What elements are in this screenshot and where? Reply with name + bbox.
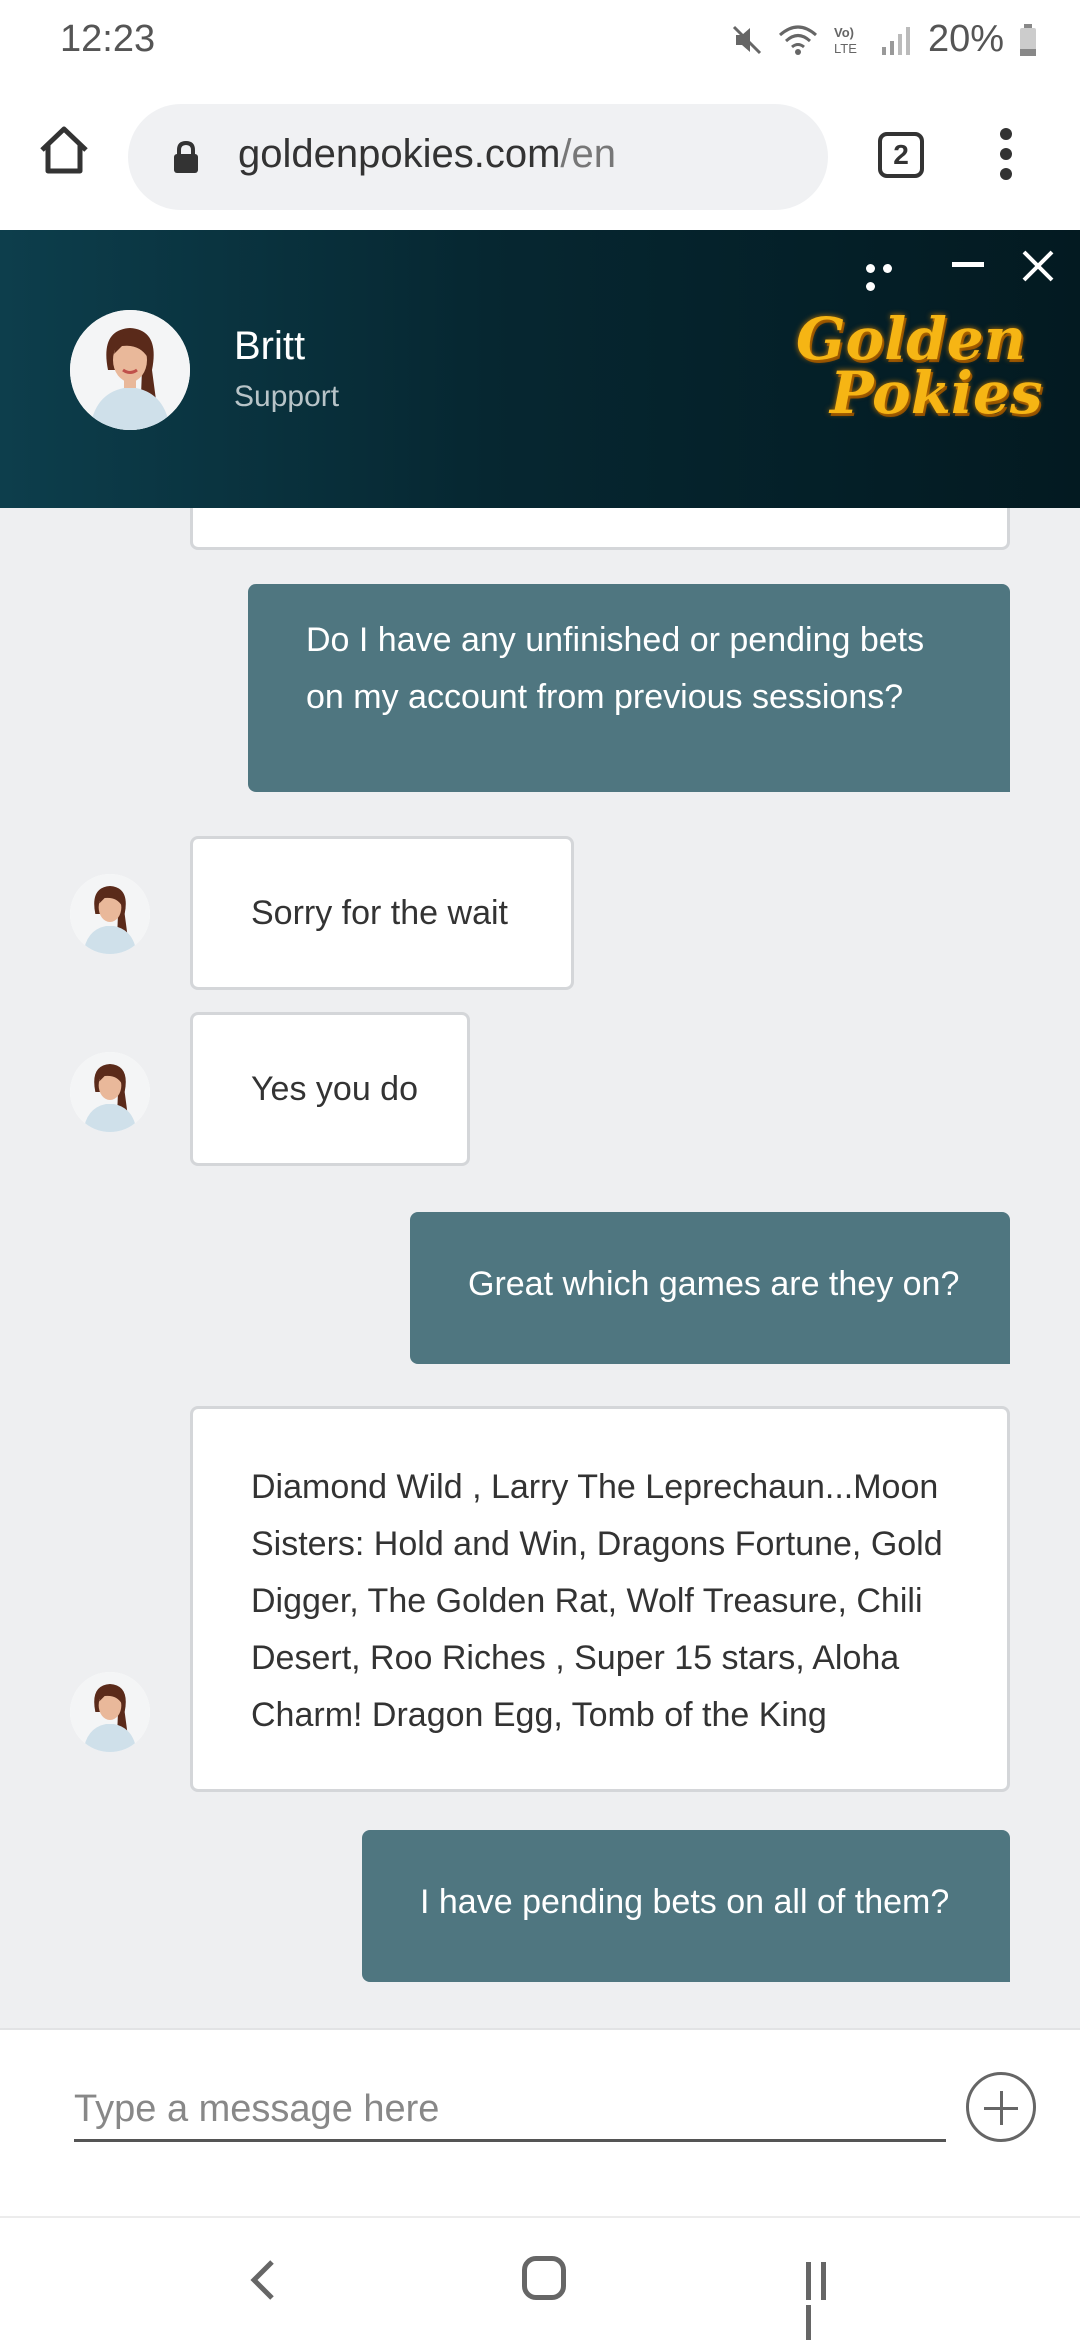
tab-switcher-button[interactable]: 2	[878, 132, 924, 178]
volte-icon: Vo) LTE	[834, 25, 857, 56]
message-text: Sorry for the wait	[251, 894, 508, 932]
previous-message-edge	[190, 508, 1010, 550]
message-text: Great which games are they on?	[468, 1265, 960, 1303]
message-text: Yes you do	[251, 1070, 418, 1108]
message-input[interactable]	[74, 2080, 946, 2142]
browser-toolbar: goldenpokies.com/en 2	[0, 84, 1080, 230]
agent-avatar	[70, 310, 190, 430]
message-text: Do I have any unfinished or pending bets…	[306, 621, 925, 716]
chat-minimize-icon[interactable]	[952, 262, 984, 267]
message-text: I have pending bets on all of them?	[420, 1883, 950, 1921]
chat-more-icon[interactable]	[866, 260, 916, 291]
status-time: 12:23	[60, 18, 156, 60]
address-bar[interactable]: goldenpokies.com/en	[128, 104, 828, 210]
chat-close-icon[interactable]	[1018, 246, 1058, 286]
url-host: goldenpokies.com	[238, 132, 561, 176]
url-path: /en	[560, 132, 617, 176]
mute-icon	[732, 25, 761, 54]
home-icon[interactable]	[38, 124, 90, 176]
url-text: goldenpokies.com/en	[238, 132, 616, 177]
more-options-icon[interactable]	[996, 128, 1016, 184]
agent-role: Support	[234, 380, 340, 413]
svg-text:LTE: LTE	[834, 41, 857, 56]
message-composer	[0, 2028, 1080, 2216]
agent-message: Diamond Wild , Larry The Leprechaun...Mo…	[190, 1406, 1010, 1792]
agent-message: Yes you do	[190, 1012, 470, 1166]
user-message: I have pending bets on all of them?	[362, 1830, 1010, 1982]
chat-header: Britt Support Golden Pokies	[0, 230, 1080, 508]
agent-name: Britt	[234, 324, 306, 368]
agent-avatar-small	[70, 1672, 150, 1752]
add-attachment-icon[interactable]	[966, 2072, 1036, 2142]
svg-text:Vo): Vo)	[834, 25, 854, 40]
system-navigation-bar	[0, 2216, 1080, 2340]
agent-message: Sorry for the wait	[190, 836, 574, 990]
signal-icon	[881, 26, 910, 55]
battery-icon	[1020, 23, 1036, 56]
agent-avatar-small	[70, 874, 150, 954]
chat-transcript[interactable]: Do I have any unfinished or pending bets…	[0, 508, 1080, 2028]
user-message: Do I have any unfinished or pending bets…	[248, 584, 1010, 792]
agent-avatar-small	[70, 1052, 150, 1132]
logo-line-2: Pokies	[830, 359, 1043, 427]
home-nav-icon[interactable]	[522, 2256, 566, 2300]
status-bar: 12:23 Vo) LTE 20%	[0, 0, 1080, 84]
status-icons: Vo) LTE 20%	[730, 18, 1038, 61]
recent-apps-icon[interactable]	[806, 2262, 846, 2340]
wifi-icon	[778, 25, 817, 55]
back-icon[interactable]	[248, 2258, 278, 2302]
user-message: Great which games are they on?	[410, 1212, 1010, 1364]
golden-pokies-logo: Golden Pokies	[790, 310, 1043, 440]
message-text: Diamond Wild , Larry The Leprechaun...Mo…	[251, 1468, 943, 1734]
battery-percent: 20%	[927, 18, 1004, 60]
lock-icon	[174, 140, 198, 173]
